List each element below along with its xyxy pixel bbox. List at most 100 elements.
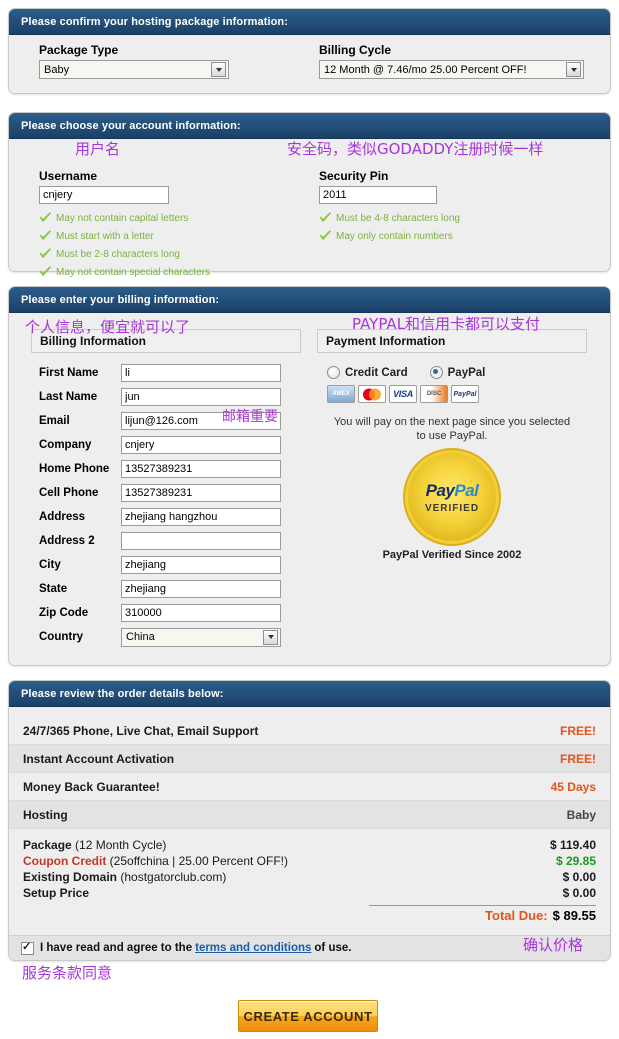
list-item: Must be 4-8 characters long: [319, 211, 460, 225]
order-panel-body: 24/7/365 Phone, Live Chat, Email Support…: [9, 707, 610, 960]
feature-label: 24/7/365 Phone, Live Chat, Email Support: [23, 723, 259, 738]
account-panel-title: Please choose your account information:: [21, 119, 241, 132]
seal-verified-text: VERIFIED: [424, 502, 480, 514]
billing-cycle-group: Billing Cycle 12 Month @ 7.46/mo 25.00 P…: [319, 43, 584, 79]
check-icon: [39, 212, 52, 223]
package-type-group: Package Type Baby: [39, 43, 229, 79]
seal-badge-icon: PayPal VERIFIED: [402, 447, 502, 547]
billing-cycle-label: Billing Cycle: [319, 43, 392, 57]
annotation-username: 用户名: [75, 140, 121, 158]
price-value: $ 0.00: [562, 870, 596, 884]
check-icon: [319, 212, 332, 223]
price-sublabel: (12 Month Cycle): [75, 838, 167, 852]
rule-text: Must start with a letter: [56, 230, 154, 242]
billing-fields: First Name Last Name Email Company: [31, 361, 301, 649]
account-panel-header: Please choose your account information:: [9, 113, 610, 139]
state-input[interactable]: [121, 580, 281, 598]
email-label: Email: [39, 415, 70, 427]
list-item: Must be 2-8 characters long: [39, 247, 210, 261]
annotation-billing-info: 个人信息，便宜就可以了: [25, 318, 191, 336]
total-due-value: $ 89.55: [552, 908, 596, 923]
billing-panel-body: Billing Information First Name Last Name…: [9, 313, 610, 665]
cell-phone-input[interactable]: [121, 484, 281, 502]
terms-checkbox[interactable]: [21, 940, 34, 955]
country-label: Country: [39, 631, 84, 643]
terms-pre-text: I have read and agree to the: [40, 942, 193, 954]
home-phone-input[interactable]: [121, 460, 281, 478]
price-sublabel: (hostgatorclub.com): [120, 870, 227, 884]
order-spacer: [9, 707, 610, 717]
table-row: Hosting Baby: [9, 801, 610, 829]
order-panel: Please review the order details below: 2…: [8, 680, 611, 961]
security-pin-label: Security Pin: [319, 169, 389, 183]
first-name-label: First Name: [39, 367, 99, 379]
payment-method-group: Credit Card PayPal AMEX VISA DISC PayPal: [317, 366, 587, 561]
billing-cycle-select[interactable]: 12 Month @ 7.46/mo 25.00 Percent OFF!: [319, 60, 584, 79]
american-express-icon: AMEX: [327, 385, 355, 403]
radio-paypal[interactable]: [429, 366, 443, 379]
annotation-security-pin: 安全码，类似GODADDY注册时候一样: [287, 140, 544, 158]
seal-brand: PayPal: [426, 481, 479, 501]
feature-label: Instant Account Activation: [23, 751, 175, 766]
last-name-label: Last Name: [39, 391, 98, 403]
state-label: State: [39, 583, 68, 595]
city-input[interactable]: [121, 556, 281, 574]
address-input[interactable]: [121, 508, 281, 526]
mastercard-icon: [358, 385, 386, 403]
price-row-package: Package (12 Month Cycle) $ 119.40: [9, 837, 610, 853]
list-item: May only contain numbers: [319, 229, 460, 243]
terms-agreement-row: I have read and agree to the terms and c…: [9, 935, 610, 960]
paypal-note-line2: to use PayPal.: [416, 430, 488, 442]
payment-method-radios: Credit Card PayPal: [327, 366, 587, 379]
order-panel-title: Please review the order details below:: [21, 687, 224, 700]
billing-cycle-value: 12 Month @ 7.46/mo 25.00 Percent OFF!: [324, 63, 527, 76]
feature-value: FREE!: [560, 751, 596, 766]
price-row-domain: Existing Domain (hostgatorclub.com) $ 0.…: [9, 869, 610, 885]
price-label: Setup Price: [23, 886, 90, 900]
username-input[interactable]: [39, 186, 169, 204]
paypal-verified-seal: PayPal VERIFIED: [327, 447, 577, 547]
zip-code-input[interactable]: [121, 604, 281, 622]
field-row-state: State: [31, 577, 301, 601]
rule-text: May only contain numbers: [336, 230, 453, 242]
list-item: May not contain capital letters: [39, 211, 210, 225]
address2-label: Address 2: [39, 535, 95, 547]
country-select[interactable]: China: [121, 627, 281, 647]
package-panel-header: Please confirm your hosting package info…: [9, 9, 610, 35]
field-row-zip: Zip Code: [31, 601, 301, 625]
price-label: Existing Domain: [23, 870, 118, 884]
feature-label: Hosting: [23, 807, 68, 822]
company-input[interactable]: [121, 436, 281, 454]
annotation-terms: 服务条款同意: [22, 964, 113, 982]
chevron-down-icon[interactable]: [263, 629, 278, 645]
last-name-input[interactable]: [121, 388, 281, 406]
field-row-company: Company: [31, 433, 301, 457]
total-due-row: Total Due: $ 89.55: [9, 906, 610, 927]
address2-input[interactable]: [121, 532, 281, 550]
create-account-button[interactable]: CREATE ACCOUNT: [238, 1000, 378, 1032]
security-pin-input[interactable]: [319, 186, 437, 204]
billing-panel: Please enter your billing information: B…: [8, 286, 611, 666]
package-type-select[interactable]: Baby: [39, 60, 229, 79]
radio-credit-card[interactable]: [327, 366, 340, 379]
list-item: Must start with a letter: [39, 229, 210, 243]
package-type-value: Baby: [44, 63, 70, 76]
field-row-first-name: First Name: [31, 361, 301, 385]
first-name-input[interactable]: [121, 364, 281, 382]
company-label: Company: [39, 439, 92, 451]
credit-card-label[interactable]: Credit Card: [345, 367, 408, 379]
check-icon: [39, 230, 52, 241]
paypal-note: You will pay on the next page since you …: [327, 415, 577, 443]
check-icon: [39, 248, 52, 259]
chevron-down-icon[interactable]: [211, 62, 226, 77]
seal-brand-pal: Pal: [454, 480, 479, 500]
terms-and-conditions-link[interactable]: terms and conditions: [195, 942, 311, 954]
paypal-icon: PayPal: [451, 385, 479, 403]
paypal-label[interactable]: PayPal: [448, 367, 486, 379]
feature-label: Money Back Guarantee!: [23, 779, 160, 794]
package-panel: Please confirm your hosting package info…: [8, 8, 611, 94]
pin-rules-list: Must be 4-8 characters long May only con…: [319, 211, 460, 243]
price-label: Coupon Credit: [23, 854, 107, 868]
chevron-down-icon[interactable]: [566, 62, 581, 77]
billing-information-box: Billing Information First Name Last Name…: [31, 329, 301, 649]
